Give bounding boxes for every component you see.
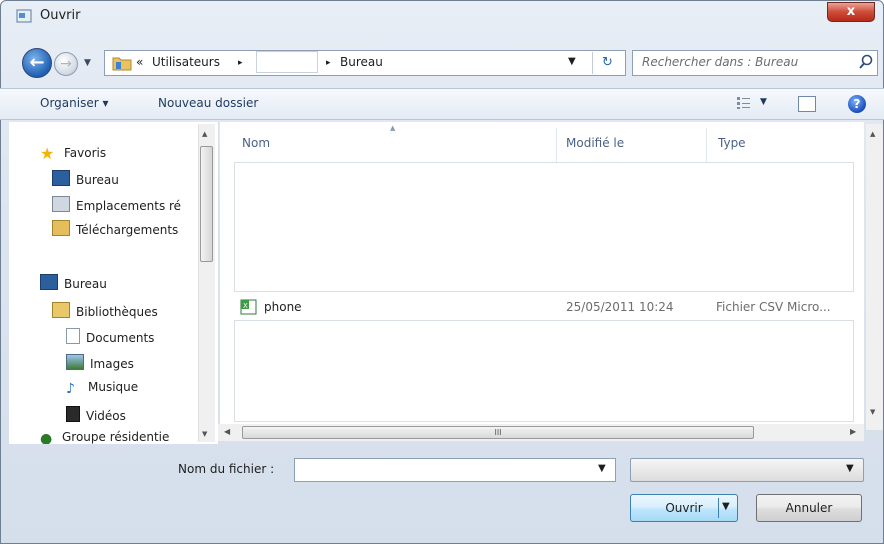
- search-icon[interactable]: [858, 54, 874, 70]
- column-separator[interactable]: [556, 128, 557, 164]
- file-list-scrollbar[interactable]: [866, 124, 883, 430]
- scroll-up-icon[interactable]: ▲: [202, 130, 207, 138]
- downloads-icon: [52, 220, 70, 236]
- nav-item-bureau[interactable]: Bureau: [52, 170, 196, 192]
- back-icon[interactable]: ←: [22, 48, 52, 78]
- empty-group-area: [234, 162, 854, 292]
- search-placeholder[interactable]: Rechercher dans : Bureau: [642, 55, 798, 69]
- window-title: Ouvrir: [40, 8, 81, 23]
- scroll-left-icon[interactable]: ◀: [224, 427, 230, 436]
- open-dropdown-icon[interactable]: ▼: [722, 501, 730, 512]
- breadcrumb-user[interactable]: [256, 51, 318, 73]
- open-split-divider: [718, 498, 719, 518]
- filename-label: Nom du fichier :: [178, 462, 275, 476]
- library-icon: [52, 302, 70, 318]
- views-dropdown-icon[interactable]: ▼: [760, 97, 767, 107]
- images-icon: [66, 354, 84, 370]
- breadcrumb-bureau[interactable]: Bureau: [340, 55, 383, 69]
- nav-libraries[interactable]: Bibliothèques: [52, 302, 196, 324]
- column-header-name[interactable]: Nom: [242, 136, 270, 150]
- breadcrumb-separator[interactable]: ▸: [238, 58, 243, 68]
- file-modified: 25/05/2011 10:24: [566, 300, 674, 314]
- filter-dropdown-icon[interactable]: ▼: [846, 463, 854, 474]
- help-icon[interactable]: ?: [848, 95, 866, 113]
- homegroup-icon: ●: [40, 431, 53, 444]
- desktop-icon: [40, 274, 58, 290]
- scroll-down-icon[interactable]: ▼: [870, 408, 875, 416]
- organize-button[interactable]: Organiser ▾: [40, 96, 108, 110]
- horizontal-scroll-thumb[interactable]: III: [242, 426, 754, 439]
- empty-group-area: [234, 320, 854, 422]
- column-header-type[interactable]: Type: [718, 136, 746, 150]
- nav-item-videos[interactable]: Vidéos: [66, 406, 126, 428]
- refresh-icon[interactable]: ↻: [592, 52, 622, 74]
- scroll-down-icon[interactable]: ▼: [202, 430, 207, 438]
- sort-ascending-icon: ▲: [390, 124, 396, 132]
- nav-item-musique[interactable]: ♪ Musique: [66, 380, 138, 402]
- file-name[interactable]: phone: [264, 300, 302, 314]
- new-folder-button[interactable]: Nouveau dossier: [158, 96, 258, 110]
- address-overflow[interactable]: «: [136, 55, 143, 69]
- file-type-filter[interactable]: [630, 458, 864, 482]
- cancel-button[interactable]: Annuler: [756, 494, 862, 522]
- breadcrumb-utilisateurs[interactable]: Utilisateurs: [152, 55, 220, 69]
- star-icon: ★: [40, 144, 55, 163]
- nav-scroll-thumb[interactable]: [200, 146, 213, 262]
- column-header-modified[interactable]: Modifié le: [566, 136, 624, 150]
- nav-item-emplacements[interactable]: Emplacements ré: [52, 196, 196, 218]
- nav-homegroup[interactable]: ● Groupe résidentie: [40, 430, 196, 444]
- network-places-icon: [52, 196, 70, 212]
- desktop-icon: [52, 170, 70, 186]
- views-icon[interactable]: [736, 96, 752, 110]
- filename-dropdown-icon[interactable]: ▼: [598, 463, 606, 474]
- nav-item-telechargements[interactable]: Téléchargements: [52, 220, 196, 242]
- music-icon: ♪: [66, 381, 75, 397]
- forward-icon[interactable]: →: [54, 52, 78, 76]
- svg-text:X: X: [243, 302, 248, 310]
- document-icon: [66, 328, 80, 344]
- scroll-right-icon[interactable]: ▶: [850, 427, 856, 436]
- app-icon: [16, 9, 32, 23]
- history-dropdown[interactable]: ▼: [84, 58, 91, 68]
- csv-file-icon: X: [240, 299, 258, 315]
- filename-input[interactable]: [294, 458, 616, 482]
- preview-pane-icon[interactable]: [798, 96, 816, 112]
- nav-item-documents[interactable]: Documents: [66, 328, 154, 350]
- nav-favorites[interactable]: ★ Favoris: [40, 144, 106, 166]
- folder-icon: [112, 57, 132, 71]
- file-type: Fichier CSV Micro...: [716, 300, 831, 314]
- breadcrumb-separator-2[interactable]: ▸: [326, 58, 331, 68]
- column-separator[interactable]: [706, 128, 707, 164]
- close-button[interactable]: x: [827, 2, 875, 22]
- nav-desktop[interactable]: Bureau: [40, 274, 107, 296]
- address-dropdown-icon[interactable]: ▼: [568, 56, 576, 67]
- nav-item-images[interactable]: Images: [66, 354, 134, 376]
- scroll-up-icon[interactable]: ▲: [870, 130, 875, 138]
- videos-icon: [66, 406, 80, 422]
- title-bar[interactable]: [0, 0, 884, 36]
